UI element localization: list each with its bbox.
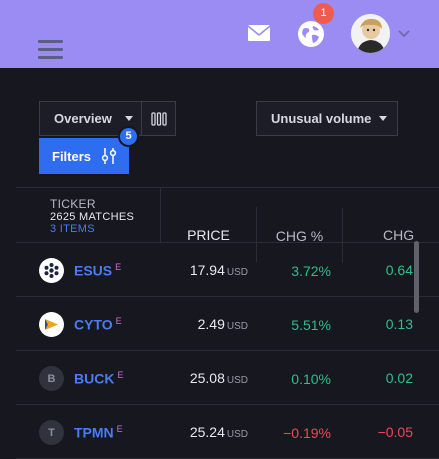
change-cell: 0.13 xyxy=(385,316,413,332)
table-row[interactable]: CYTO E 2.49 USD 5.51% 0.13 xyxy=(16,297,439,351)
avatar-image xyxy=(351,14,390,53)
matches-count: 2625 MATCHES xyxy=(50,210,135,223)
ticker-symbol[interactable]: ESUS E xyxy=(74,262,121,279)
currency: USD xyxy=(226,375,248,386)
view-select-label: Overview xyxy=(54,111,112,126)
price-cell: 17.94 USD xyxy=(189,262,248,278)
filters-button[interactable]: Filters xyxy=(39,138,129,174)
change-cell: 0.64 xyxy=(385,262,413,278)
caret-down-icon xyxy=(125,116,133,121)
buck-logo-icon: B xyxy=(39,366,64,391)
table-row[interactable]: T TPMN E 25.24 USD −0.19% −0.05 xyxy=(16,405,439,459)
tpmn-logo-icon: T xyxy=(39,420,64,445)
avatar[interactable] xyxy=(351,14,390,53)
sliders-icon xyxy=(101,148,117,164)
top-bar: 1 xyxy=(0,0,439,68)
price-cell: 25.08 USD xyxy=(189,370,248,386)
change-percent-cell: 0.10% xyxy=(291,371,331,387)
change-percent-cell: −0.19% xyxy=(283,425,331,441)
currency: USD xyxy=(226,321,248,332)
columns-icon xyxy=(150,111,167,126)
globe-icon[interactable] xyxy=(297,20,325,48)
price-cell: 2.49 USD xyxy=(197,316,248,332)
table-row[interactable]: B BUCK E 25.08 USD 0.10% 0.02 xyxy=(16,351,439,405)
change-cell: −0.05 xyxy=(377,424,413,440)
table-scrollbar[interactable] xyxy=(414,241,419,313)
exchange-flag: E xyxy=(115,316,122,326)
currency: USD xyxy=(226,429,248,440)
change-percent-cell: 5.51% xyxy=(291,317,331,333)
mail-icon[interactable] xyxy=(247,24,271,42)
filters-count-badge: 5 xyxy=(118,126,139,147)
currency: USD xyxy=(226,267,248,278)
preset-select-label: Unusual volume xyxy=(271,111,372,126)
price-cell: 25.24 USD xyxy=(189,424,248,440)
chevron-down-icon[interactable] xyxy=(397,28,411,38)
notification-badge: 1 xyxy=(313,3,334,24)
exchange-flag: E xyxy=(116,424,123,434)
preset-select[interactable]: Unusual volume xyxy=(256,101,398,136)
table-header: TICKER 2625 MATCHES 3 ITEMS PRICE CHG % … xyxy=(16,187,439,263)
exchange-flag: E xyxy=(117,370,124,380)
selected-items-link[interactable]: 3 ITEMS xyxy=(50,223,95,235)
exchange-flag: E xyxy=(115,262,122,272)
ticker-symbol[interactable]: BUCK E xyxy=(74,370,123,387)
ticker-symbol[interactable]: TPMN E xyxy=(74,424,123,441)
column-ticker[interactable]: TICKER 2625 MATCHES 3 ITEMS xyxy=(16,188,161,243)
change-percent-cell: 3.72% xyxy=(291,263,331,279)
menu-icon[interactable] xyxy=(38,40,63,59)
caret-down-icon xyxy=(379,116,387,121)
table-row[interactable]: ESUS E 17.94 USD 3.72% 0.64 xyxy=(16,243,439,297)
filters-label: Filters xyxy=(52,148,92,164)
cyto-logo-icon xyxy=(39,312,64,337)
change-cell: 0.02 xyxy=(385,370,413,386)
ticker-symbol[interactable]: CYTO E xyxy=(74,316,122,333)
columns-button[interactable] xyxy=(141,101,176,136)
esus-logo-icon xyxy=(39,258,64,283)
ticker-header-label: TICKER xyxy=(50,196,96,211)
